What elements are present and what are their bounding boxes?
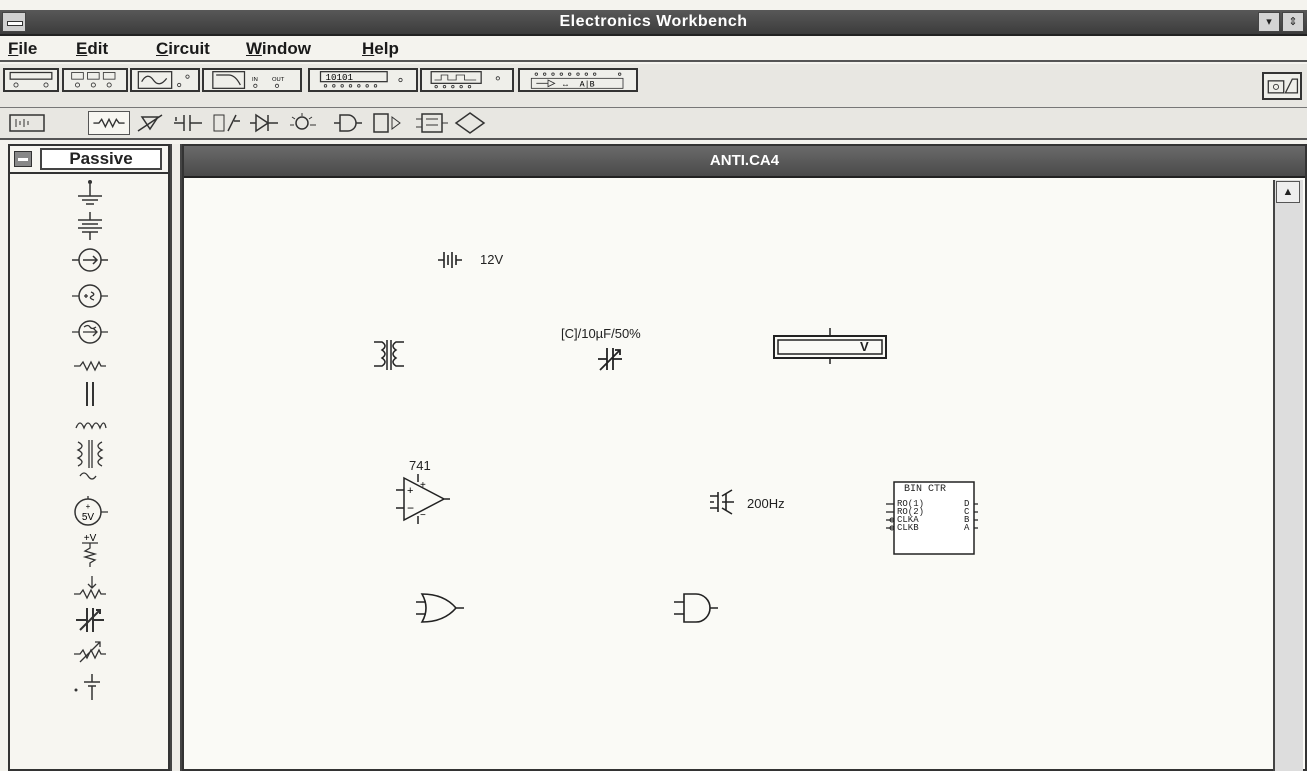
power-switch-icon[interactable] — [1262, 72, 1302, 100]
parts-bin-border — [170, 144, 182, 771]
word-generator-icon[interactable]: 10101 — [308, 68, 418, 92]
circuit-window: ANTI.CA4 12V [C]/10µF/50% V 741 +−+− — [182, 144, 1307, 771]
battery-bin-icon[interactable] — [8, 111, 46, 135]
svg-text:−: − — [420, 510, 426, 521]
parts-bin-menu-button[interactable] — [14, 151, 32, 167]
generator-icon[interactable] — [62, 68, 128, 92]
combinational-bin-icon[interactable] — [370, 111, 410, 135]
circuit-window-title-bar: ANTI.CA4 — [184, 146, 1305, 178]
dc-current-source-icon[interactable] — [70, 244, 110, 276]
digital-ic-bin-icon[interactable] — [452, 111, 488, 135]
active-bin-icon[interactable] — [132, 111, 168, 135]
title-bar: Electronics Workbench ▾ ⇕ — [0, 10, 1307, 36]
sequential-bin-icon[interactable] — [412, 111, 450, 135]
app-title: Electronics Workbench — [559, 13, 748, 30]
menu-file[interactable]: File — [8, 39, 37, 59]
counter-pin-clkb: CLKB — [897, 523, 919, 533]
restore-button[interactable]: ⇕ — [1282, 12, 1304, 32]
switch-icon[interactable] — [70, 670, 110, 702]
circuit-workspace[interactable]: 12V [C]/10µF/50% V 741 + − + − 200Hz BIN CT… — [184, 180, 1273, 769]
oscilloscope-icon[interactable] — [130, 68, 200, 92]
battery-value-label: 12V — [480, 252, 504, 267]
capacitor-icon[interactable] — [70, 378, 110, 410]
opamp-label: 741 — [409, 458, 431, 473]
minimize-button[interactable]: ▾ — [1258, 12, 1280, 32]
svg-text:10101: 10101 — [326, 72, 354, 83]
binary-counter-part[interactable]: BIN CTR RO(1) RO(2) CLKA CLKB D C B A — [886, 480, 978, 558]
scroll-up-button[interactable]: ▲ — [1276, 181, 1300, 203]
svg-text:+: + — [420, 480, 426, 491]
svg-text:−: − — [407, 501, 414, 515]
parts-bin-header: Passive — [10, 146, 168, 174]
instrument-toolbar: IN OUT 10101 ↔ A|B — [0, 64, 1307, 108]
logic-converter-icon[interactable]: ↔ A|B — [518, 68, 638, 92]
function-generator-part[interactable] — [708, 488, 736, 516]
svg-text:A|B: A|B — [580, 80, 595, 90]
vcc-supply-icon[interactable]: +V — [70, 532, 110, 568]
vcc-source-icon[interactable]: +5V — [70, 494, 110, 530]
component-toolbar — [0, 108, 1307, 140]
gates-bin-icon[interactable] — [330, 111, 366, 135]
transformer-part[interactable] — [370, 338, 410, 374]
logic-analyzer-icon[interactable] — [420, 68, 514, 92]
ground-icon[interactable] — [70, 178, 110, 210]
function-generator-value-label: 200Hz — [747, 496, 785, 511]
bode-plotter-icon[interactable]: IN OUT — [202, 68, 302, 92]
diodes-bin-icon[interactable] — [246, 111, 282, 135]
capacitor-value-label: [C]/10µF/50% — [561, 326, 641, 341]
multimeter-icon[interactable] — [3, 68, 59, 92]
opamp-part[interactable]: + − + − — [394, 474, 450, 524]
controls-bin-icon[interactable] — [170, 111, 206, 135]
svg-text:+V: +V — [84, 533, 97, 544]
svg-text:5V: 5V — [82, 512, 95, 523]
counter-title: BIN CTR — [904, 484, 947, 495]
ac-voltage-source-icon[interactable] — [70, 280, 110, 312]
indicators-bin-icon[interactable] — [286, 111, 322, 135]
hybrid-bin-icon[interactable] — [208, 111, 244, 135]
menu-bar: File Edit Circuit Window Help — [0, 38, 1307, 62]
capacitor-part[interactable] — [596, 344, 624, 374]
menu-edit[interactable]: Edit — [76, 39, 108, 59]
parts-bin: Passive +5V +V — [8, 144, 170, 771]
transformer-icon[interactable] — [70, 436, 110, 484]
voltmeter-unit-label: V — [860, 339, 869, 354]
svg-text:OUT: OUT — [272, 77, 285, 83]
menu-help[interactable]: Help — [362, 39, 399, 59]
menu-window[interactable]: Window — [246, 39, 311, 59]
battery-part[interactable] — [436, 248, 462, 272]
parts-bin-title: Passive — [40, 148, 162, 170]
battery-icon[interactable] — [70, 210, 110, 242]
svg-text:IN: IN — [252, 77, 258, 83]
variable-resistor-icon[interactable] — [70, 636, 110, 668]
vertical-scrollbar[interactable]: ▲ — [1273, 180, 1303, 771]
variable-capacitor-icon[interactable] — [70, 604, 110, 636]
and-gate-part[interactable] — [674, 590, 722, 626]
potentiometer-icon[interactable] — [70, 572, 110, 604]
svg-text:+: + — [407, 485, 413, 497]
circuit-window-title: ANTI.CA4 — [709, 152, 780, 169]
ac-current-source-icon[interactable] — [70, 316, 110, 348]
or-gate-part[interactable] — [416, 590, 464, 626]
svg-text:↔: ↔ — [561, 79, 569, 89]
counter-pin-a: A — [964, 523, 970, 533]
menu-circuit[interactable]: Circuit — [156, 39, 210, 59]
svg-text:+: + — [86, 502, 91, 511]
passive-bin-icon[interactable] — [88, 111, 130, 135]
voltmeter-part[interactable]: V — [770, 328, 890, 364]
